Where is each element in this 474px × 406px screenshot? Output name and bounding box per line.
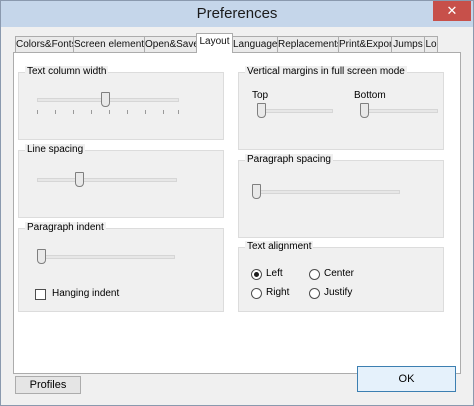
top-margin-label: Top bbox=[252, 90, 269, 101]
paragraph-spacing-slider[interactable] bbox=[252, 184, 261, 199]
top-margin-slider[interactable] bbox=[257, 103, 266, 118]
slider-tick bbox=[73, 110, 74, 114]
bottom-margin-slider[interactable] bbox=[360, 103, 369, 118]
close-icon: ✕ bbox=[446, 3, 458, 18]
profiles-button[interactable]: Profiles bbox=[15, 376, 81, 394]
layout-tab-panel: Text column width Line spacing Paragraph… bbox=[13, 52, 461, 374]
align-justify-radio[interactable] bbox=[309, 288, 320, 299]
text-column-width-slider[interactable] bbox=[100, 92, 110, 107]
text-alignment-group: Text alignment Left Center Right Justify bbox=[238, 241, 444, 312]
line-spacing-slider[interactable] bbox=[74, 172, 84, 187]
tab-screen-elements[interactable]: Screen elements bbox=[73, 36, 145, 52]
paragraph-spacing-group: Paragraph spacing bbox=[238, 154, 444, 238]
align-right-label[interactable]: Right bbox=[266, 287, 289, 298]
align-left-label[interactable]: Left bbox=[266, 268, 283, 279]
vertical-margins-group: Vertical margins in full screen mode Top… bbox=[238, 66, 444, 150]
tab-colors-fonts[interactable]: Colors&Fonts bbox=[15, 36, 74, 52]
tab-more[interactable]: Lo bbox=[424, 36, 438, 52]
slider-tick bbox=[37, 110, 38, 114]
hanging-indent-checkbox[interactable] bbox=[35, 289, 46, 300]
paragraph-indent-label: Paragraph indent bbox=[25, 222, 106, 233]
window-title: Preferences bbox=[196, 5, 278, 22]
ok-button[interactable]: OK bbox=[357, 366, 456, 392]
vertical-margins-label: Vertical margins in full screen mode bbox=[245, 66, 407, 77]
align-justify-label[interactable]: Justify bbox=[324, 287, 352, 298]
slider-tick bbox=[109, 110, 110, 114]
hanging-indent-label[interactable]: Hanging indent bbox=[52, 288, 119, 299]
align-center-radio[interactable] bbox=[309, 269, 320, 280]
title-bar: Preferences ✕ bbox=[1, 1, 473, 27]
slider-tick bbox=[163, 110, 164, 114]
text-column-width-group: Text column width bbox=[18, 66, 224, 140]
top-margin-track bbox=[257, 109, 333, 113]
preferences-window: Preferences ✕ Colors&Fonts Screen elemen… bbox=[0, 0, 474, 406]
paragraph-indent-track bbox=[37, 255, 175, 259]
align-left-radio[interactable] bbox=[251, 269, 262, 280]
slider-tick bbox=[127, 110, 128, 114]
tab-jumps[interactable]: Jumps bbox=[391, 36, 425, 52]
line-spacing-track bbox=[37, 178, 177, 182]
paragraph-indent-slider[interactable] bbox=[37, 249, 46, 264]
align-right-radio[interactable] bbox=[251, 288, 262, 299]
text-alignment-label: Text alignment bbox=[245, 241, 314, 252]
dialog-client-area: Colors&Fonts Screen elements Open&Save L… bbox=[8, 31, 466, 399]
slider-tick bbox=[55, 110, 56, 114]
tab-replacements[interactable]: Replacements bbox=[277, 36, 339, 52]
text-column-width-label: Text column width bbox=[25, 66, 109, 77]
paragraph-spacing-label: Paragraph spacing bbox=[245, 154, 333, 165]
tab-language[interactable]: Language bbox=[232, 36, 278, 52]
paragraph-indent-group: Paragraph indent Hanging indent bbox=[18, 222, 224, 312]
slider-tick bbox=[145, 110, 146, 114]
bottom-margin-label: Bottom bbox=[354, 90, 386, 101]
align-center-label[interactable]: Center bbox=[324, 268, 354, 279]
paragraph-spacing-track bbox=[252, 190, 400, 194]
line-spacing-label: Line spacing bbox=[25, 144, 86, 155]
tab-layout[interactable]: Layout bbox=[196, 33, 233, 53]
close-button[interactable]: ✕ bbox=[433, 1, 471, 21]
line-spacing-group: Line spacing bbox=[18, 144, 224, 218]
slider-tick bbox=[178, 110, 179, 114]
tab-print-export[interactable]: Print&Export bbox=[338, 36, 392, 52]
slider-tick bbox=[91, 110, 92, 114]
bottom-margin-track bbox=[360, 109, 438, 113]
tab-open-save[interactable]: Open&Save bbox=[144, 36, 197, 52]
